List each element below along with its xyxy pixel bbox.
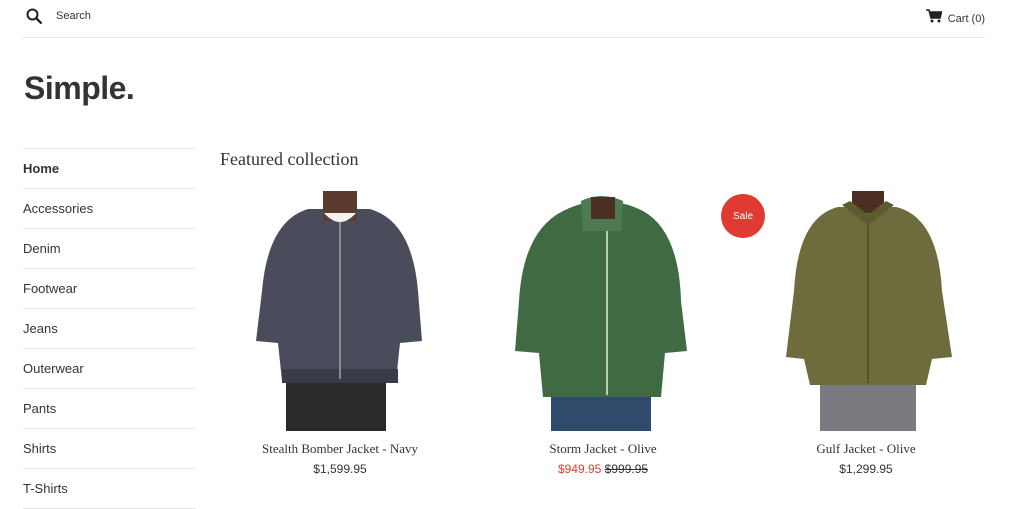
sidebar-item-denim[interactable]: Denim: [23, 229, 196, 269]
product-image[interactable]: [220, 191, 460, 431]
cart-link[interactable]: Cart (0): [925, 9, 985, 28]
search-icon: [26, 8, 42, 24]
site-logo[interactable]: Simple.: [24, 70, 135, 107]
top-bar: Search Cart (0): [22, 0, 985, 38]
product-name[interactable]: Storm Jacket - Olive: [483, 441, 723, 457]
sale-price: $949.95: [557, 462, 602, 476]
sidebar-item-jeans[interactable]: Jeans: [23, 309, 196, 349]
pants-shape: [286, 375, 386, 431]
product-card[interactable]: Sale Storm Jacket - Olive $949.95 $999.9…: [483, 191, 765, 476]
product-name[interactable]: Stealth Bomber Jacket - Navy: [220, 441, 460, 457]
product-card[interactable]: Stealth Bomber Jacket - Navy $1,599.95: [220, 191, 460, 476]
cart-label: Cart (0): [947, 12, 985, 25]
sidebar-item-footwear[interactable]: Footwear: [23, 269, 196, 309]
pants-shape: [820, 381, 916, 431]
section-title: Featured collection: [220, 149, 359, 169]
sidebar-item-t-shirts[interactable]: T-Shirts: [23, 469, 196, 509]
product-name[interactable]: Gulf Jacket - Olive: [746, 441, 986, 457]
sidebar-item-pants[interactable]: Pants: [23, 389, 196, 429]
product-price: $949.95 $999.95: [483, 462, 723, 476]
sidebar-item-outerwear[interactable]: Outerwear: [23, 349, 196, 389]
search-label: Search: [56, 10, 91, 22]
product-card[interactable]: Gulf Jacket - Olive $1,299.95: [746, 191, 986, 476]
product-image[interactable]: [483, 191, 723, 431]
compare-at-price: $999.95: [604, 462, 649, 476]
sidebar-item-home[interactable]: Home: [23, 149, 196, 189]
cart-icon: [925, 9, 943, 28]
sidebar-item-accessories[interactable]: Accessories: [23, 189, 196, 229]
search-button[interactable]: Search: [26, 8, 91, 24]
product-image[interactable]: [746, 191, 986, 431]
sidebar-nav: Home Accessories Denim Footwear Jeans Ou…: [23, 148, 196, 509]
product-price: $1,299.95: [839, 462, 893, 476]
sidebar-item-shirts[interactable]: Shirts: [23, 429, 196, 469]
product-price: $1,599.95: [313, 462, 367, 476]
